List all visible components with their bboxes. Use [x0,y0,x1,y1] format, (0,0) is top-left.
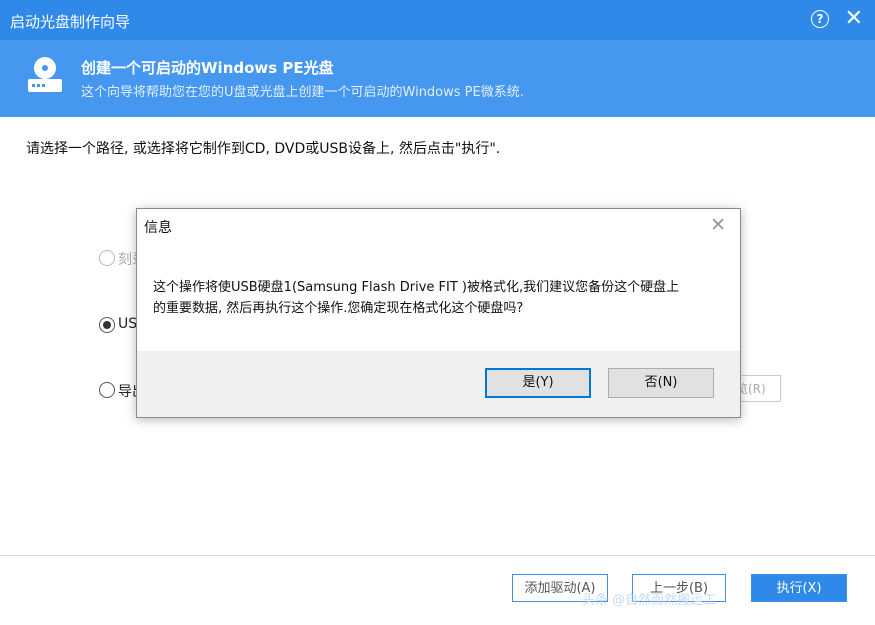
no-button[interactable]: 否(N) [608,368,714,398]
banner-subheading: 这个向导将帮助您在您的U盘或光盘上创建一个可启动的Windows PE微系统. [81,85,524,100]
window-titlebar: 启动光盘制作向导 ? ✕ [0,0,875,40]
usb-radio[interactable] [99,317,115,333]
yes-button[interactable]: 是(Y) [485,368,591,398]
dialog-button-bar: 是(Y) 否(N) [137,351,740,417]
window-title: 启动光盘制作向导 [10,13,131,31]
burn-radio[interactable] [99,250,115,266]
dialog-title: 信息 [144,220,172,236]
close-icon[interactable]: ✕ [845,6,863,32]
execute-button[interactable]: 执行(X) [751,574,847,602]
instruction-text: 请选择一个路径, 或选择将它制作到CD, DVD或USB设备上, 然后点击"执行… [26,141,501,157]
disc-drive-icon [28,57,62,92]
help-icon[interactable]: ? [811,10,829,28]
banner-heading: 创建一个可启动的Windows PE光盘 [81,59,334,77]
confirm-dialog: 信息 ✕ 这个操作将使USB硬盘1(Samsung Flash Drive FI… [136,208,741,418]
dialog-message-line2: 的重要数据, 然后再执行这个操作.您确定现在格式化这个硬盘吗? [153,301,524,316]
dialog-message: 这个操作将使USB硬盘1(Samsung Flash Drive FIT )被格… [153,277,713,319]
export-radio[interactable] [99,382,115,398]
footer-divider [0,555,875,556]
dialog-message-line1: 这个操作将使USB硬盘1(Samsung Flash Drive FIT )被格… [153,280,680,295]
dialog-close-icon[interactable]: ✕ [710,214,726,236]
watermark-text: 头条 @自然而然搬运工 [582,593,717,608]
header-banner: 创建一个可启动的Windows PE光盘 这个向导将帮助您在您的U盘或光盘上创建… [0,40,875,117]
